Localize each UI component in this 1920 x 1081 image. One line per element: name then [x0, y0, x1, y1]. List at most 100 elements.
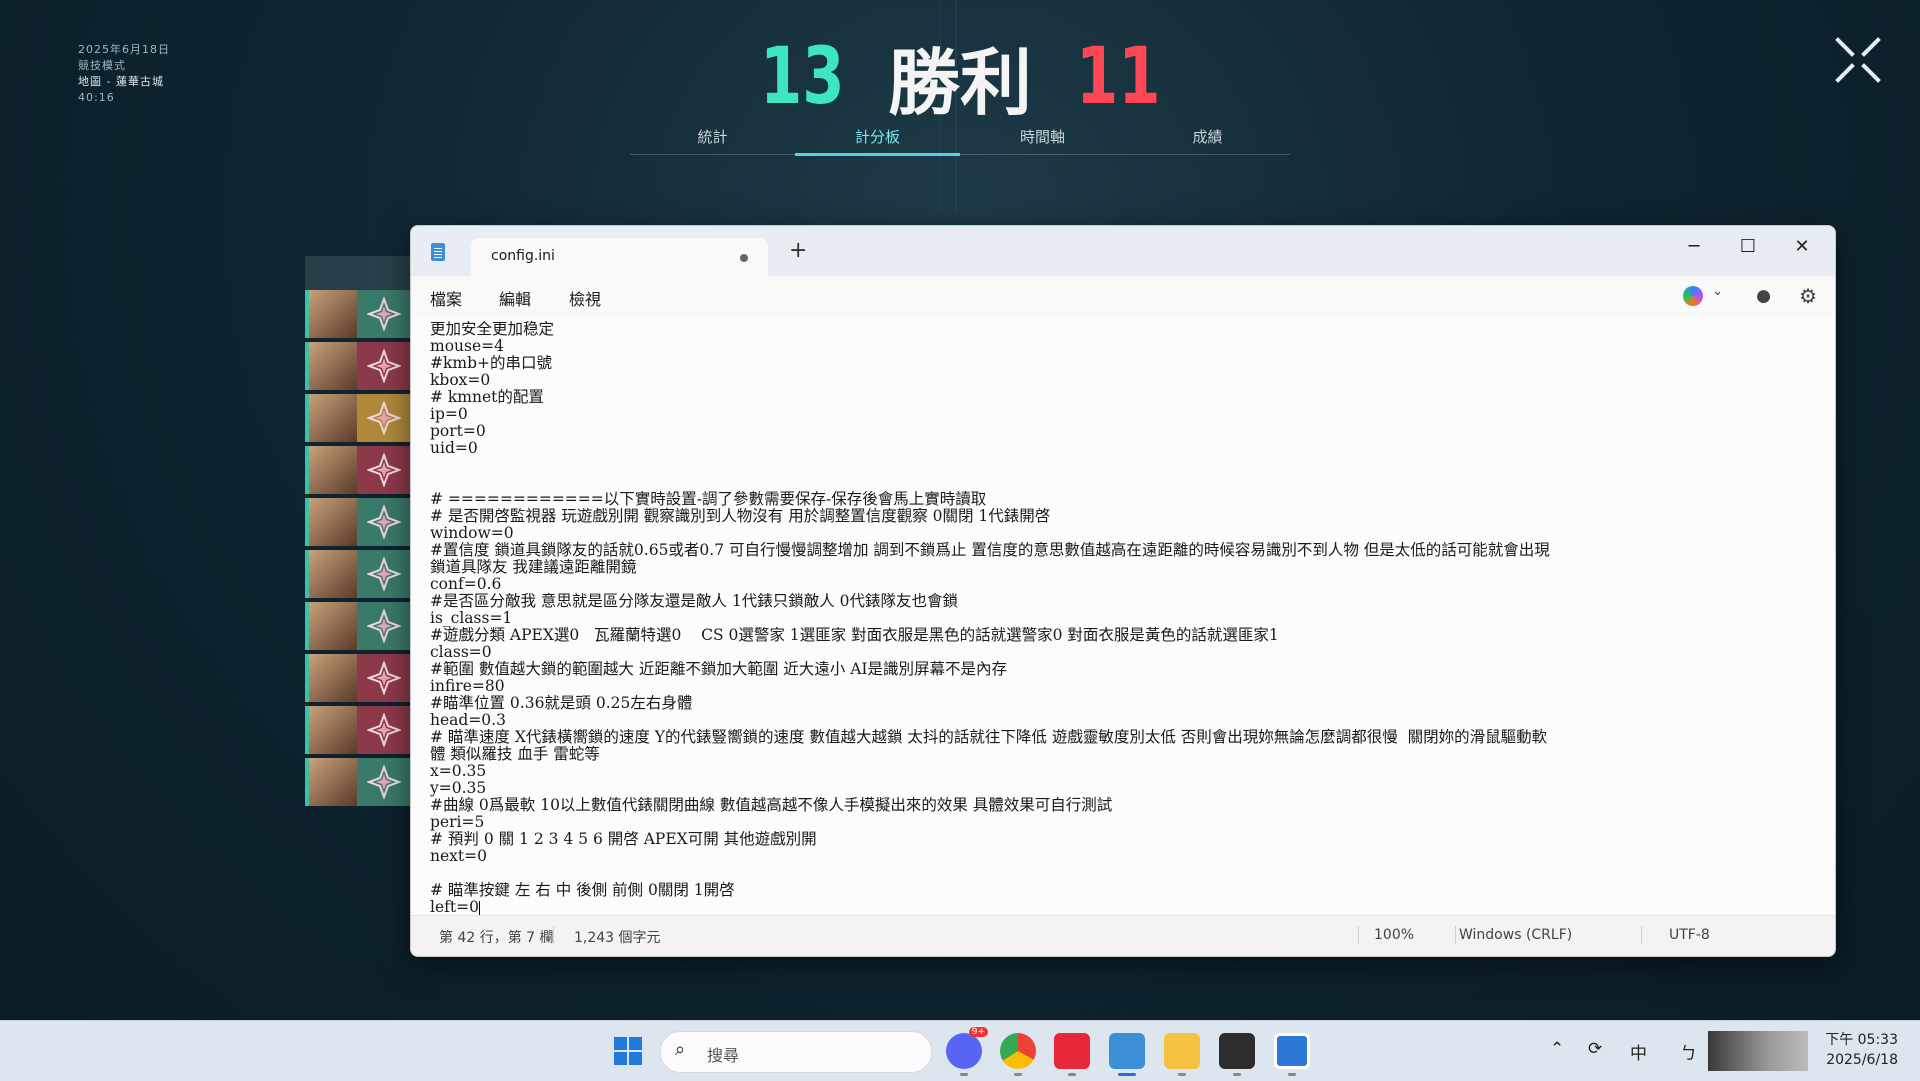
menu-edit[interactable]: 編輯 [499, 286, 531, 310]
player-row[interactable] [305, 654, 410, 702]
redacted-tray-area [1708, 1031, 1808, 1071]
player-row[interactable] [305, 550, 410, 598]
editor-line: # 瞄準按鍵 左 右 中 後側 前側 0關閉 1開啓 [430, 881, 735, 899]
running-indicator [1014, 1073, 1022, 1076]
editor-line: ip=0 [430, 405, 468, 423]
editor-line: # 瞄準速度 X代錶橫嚮鎖的速度 Y的代錶豎嚮鎖的速度 數值越大越鎖 太抖的話就… [430, 728, 1548, 746]
ime-indicator[interactable]: 中 [1630, 1039, 1647, 1064]
new-tab-icon[interactable]: + [789, 238, 807, 263]
player-row[interactable] [305, 446, 410, 494]
editor-line: conf=0.6 [430, 575, 502, 593]
search-placeholder: 搜尋 [707, 1046, 740, 1065]
start-icon[interactable] [610, 1033, 646, 1069]
sync-icon[interactable]: ⟳ [1588, 1039, 1602, 1059]
running-indicator [1178, 1073, 1186, 1076]
menu-file[interactable]: 檔案 [430, 286, 462, 310]
rank-icon [357, 290, 410, 338]
score-left: 13 [759, 31, 845, 122]
agent-portrait [305, 602, 357, 650]
editor-line: 體 類似羅技 血手 雷蛇等 [430, 745, 600, 763]
taskbar: ⌕ 搜尋 9+ ⌃ ⟳ 中 ㄅ 下午 05:33 2025/6/18 [0, 1020, 1920, 1081]
editor-line: 更加安全更加稳定 [430, 320, 555, 338]
editor-line: head=0.3 [430, 711, 506, 729]
text-caret [478, 900, 480, 916]
menu-view[interactable]: 檢視 [569, 286, 601, 310]
agent-portrait [305, 758, 357, 806]
rank-icon [357, 602, 410, 650]
player-row[interactable] [305, 290, 410, 338]
running-indicator [960, 1073, 968, 1076]
scoreline: 13 勝利 11 [0, 24, 1920, 129]
discord-icon[interactable]: 9+ [946, 1027, 988, 1069]
editor-line: kbox=0 [430, 371, 491, 389]
tab-stats[interactable]: 統計 [630, 122, 795, 154]
window-close-icon[interactable]: ✕ [1779, 230, 1825, 264]
menu-bar: 檔案 編輯 檢視 ⌄ ● ⚙ [411, 276, 1835, 318]
maximize-icon[interactable]: ☐ [1725, 230, 1771, 264]
rank-icon [357, 654, 410, 702]
tab-scoreboard[interactable]: 計分板 [795, 122, 960, 156]
tab-achievements[interactable]: 成績 [1125, 122, 1290, 154]
chevron-down-icon[interactable]: ⌄ [1712, 284, 1723, 299]
running-indicator [1068, 1073, 1076, 1076]
close-icon[interactable] [1834, 36, 1882, 84]
rank-icon [357, 394, 410, 442]
editor-line: port=0 [430, 422, 486, 440]
title-bar: config.ini + ─ ☐ ✕ [411, 226, 1835, 276]
agent-portrait [305, 342, 357, 390]
copilot-icon[interactable] [1683, 286, 1703, 306]
clock-date: 2025/6/18 [1826, 1052, 1898, 1068]
editor-line: 鎖道具隊友 我建議遠距離開鏡 [430, 558, 637, 576]
roster-header [305, 256, 410, 290]
agent-portrait [305, 290, 357, 338]
player-row[interactable] [305, 602, 410, 650]
clock[interactable]: 下午 05:33 2025/6/18 [1825, 1030, 1898, 1070]
notepad-taskbar-icon[interactable] [1109, 1033, 1145, 1069]
editor-line: # ============以下實時設置-調了參數需要保存-保存後會馬上實時讀取 [430, 490, 987, 508]
rank-icon [357, 758, 410, 806]
agent-portrait [305, 498, 357, 546]
score-right: 11 [1075, 31, 1161, 122]
running-indicator [1233, 1073, 1241, 1076]
editor-line: #瞄準位置 0.36就是頭 0.25左右身體 [430, 694, 693, 712]
tab-timeline[interactable]: 時間軸 [960, 122, 1125, 154]
encoding[interactable]: UTF-8 [1669, 927, 1710, 943]
chrome-icon[interactable] [1000, 1033, 1036, 1069]
terminal-icon[interactable] [1219, 1033, 1255, 1069]
player-row[interactable] [305, 394, 410, 442]
editor-line: #遊戲分類 APEX選0 瓦羅蘭特選0 CS 0選警家 1選匪家 對面衣服是黑色… [430, 626, 1279, 644]
account-icon[interactable]: ● [1756, 286, 1771, 306]
app-red-icon[interactable] [1054, 1033, 1090, 1069]
editor-line: #kmb+的串口號 [430, 354, 552, 372]
editor-line: next=0 [430, 847, 487, 865]
chevron-up-icon[interactable]: ⌃ [1550, 1039, 1564, 1059]
text-editor[interactable]: 更加安全更加稳定 mouse=4 #kmb+的串口號 kbox=0 # kmnet的配置… [411, 317, 1835, 916]
rank-icon [357, 550, 410, 598]
player-row[interactable] [305, 758, 410, 806]
line-ending[interactable]: Windows (CRLF) [1459, 927, 1572, 943]
char-count: 1,243 個字元 [574, 930, 661, 946]
rank-icon [357, 706, 410, 754]
search-box[interactable]: ⌕ 搜尋 [660, 1031, 932, 1073]
file-tab[interactable]: config.ini [471, 238, 768, 276]
input-mode-icon[interactable]: ㄅ [1680, 1039, 1697, 1064]
unsaved-dot-icon [740, 254, 748, 262]
discord-badge: 9+ [968, 1027, 988, 1037]
zoom-level[interactable]: 100% [1374, 927, 1414, 943]
minimize-icon[interactable]: ─ [1671, 230, 1717, 264]
file-explorer-icon[interactable] [1164, 1033, 1200, 1069]
app-blue-icon[interactable] [1274, 1033, 1310, 1069]
editor-line: # 預判 0 關 1 2 3 4 5 6 開啓 APEX可開 其他遊戲別開 [430, 830, 817, 848]
settings-icon[interactable]: ⚙ [1799, 284, 1817, 308]
editor-line: infire=80 [430, 677, 505, 695]
player-row[interactable] [305, 342, 410, 390]
cursor-position: 第 42 行，第 7 欄 [439, 930, 554, 946]
rank-icon [357, 498, 410, 546]
player-row[interactable] [305, 498, 410, 546]
file-tab-title: config.ini [491, 248, 555, 264]
match-result: 勝利 [887, 41, 1032, 125]
player-row[interactable] [305, 706, 410, 754]
notepad-icon [431, 243, 445, 261]
clock-time: 下午 05:33 [1825, 1032, 1898, 1048]
